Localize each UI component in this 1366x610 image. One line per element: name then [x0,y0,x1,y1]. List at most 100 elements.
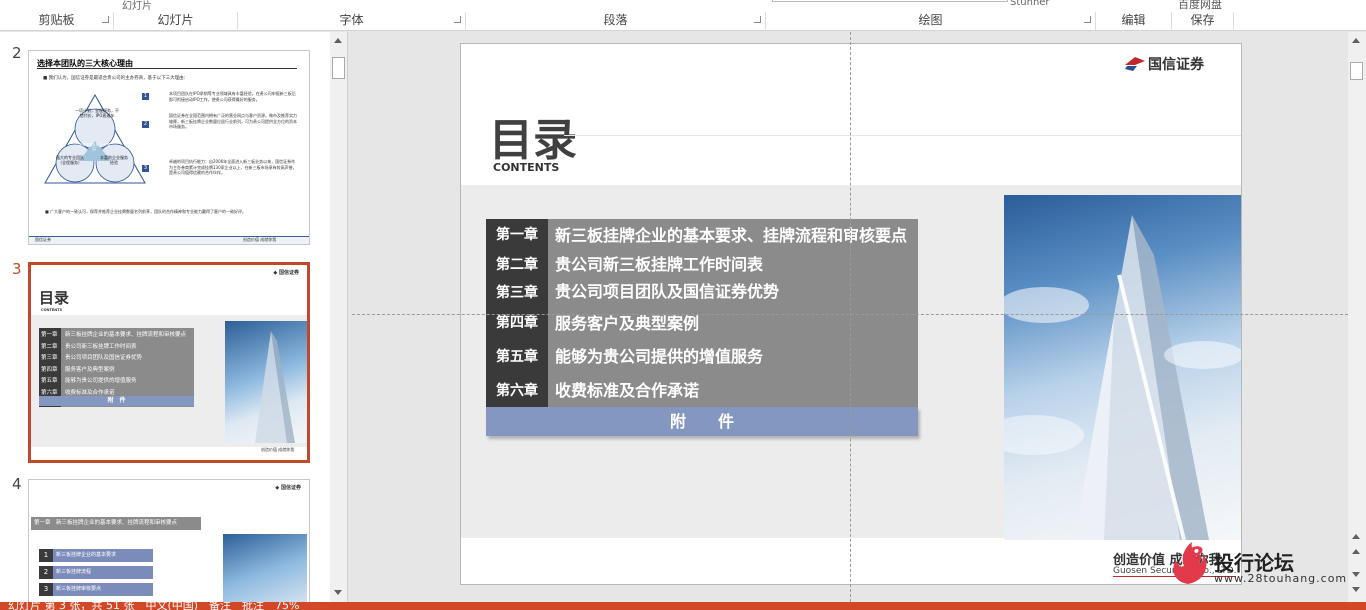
watermark-number: 8 [1188,544,1204,569]
appendix-banner[interactable]: 附 件 [486,407,918,436]
thumb-footer-logo: 国信证券 [35,237,51,242]
chapter-row[interactable]: 第六章 收费标准及合作承诺 [486,375,918,407]
chapter-text: 贵公司新三板挂牌工作时间表 [555,255,764,274]
building-image[interactable] [1004,195,1241,540]
thumb-footer: 创造价值 成就你我 [261,447,295,452]
chapter-text: 能够为贵公司提供的增值服务 [555,347,764,366]
editor-scrollbar[interactable] [1348,32,1366,602]
chapter-tag: 第三章 [486,278,548,308]
triangle-center-text: 选择本团队的三大理由 [78,143,110,151]
ribbon-group-paragraph: 段落 [466,12,766,30]
ribbon-group-label: 段落 [603,13,628,27]
thumb-title: 目录 [39,289,70,307]
chapter-text: 收费标准及合作承诺 [555,381,700,400]
chapter-tag: 第二章 [486,252,548,278]
thumbnail-number: 2 [12,44,22,62]
dialog-launcher-icon[interactable] [102,16,109,23]
slide-thumbnail-4[interactable]: ◆ 国信证券 第一章 新三板挂牌企业的基本要求、挂牌流程和审核要点 1 新三板挂… [28,479,310,602]
thumb-title-rule [37,68,297,69]
chapter-row[interactable]: 第三章 贵公司项目团队及国信证券优势 [486,278,918,308]
building-graphic [255,331,295,443]
chapter-tag: 第一章 [486,219,548,252]
logo-red-wing [1125,57,1145,65]
thumb-chapter-text-list: 新三板挂牌企业的基本要求、挂牌流程和审核要点 贵公司新三板挂牌工作时间表 贵公司… [65,330,186,399]
ribbon: 幻灯片 Stunner 剪贴板 幻灯片 字体 段落 绘图 编辑 保存 百度网盘 [0,0,1366,31]
scroll-up-arrow-icon[interactable] [334,38,342,43]
thumb-chapter-tag: 第一章 [41,332,58,338]
scroll-down-arrow-icon[interactable] [334,590,342,595]
dialog-launcher-icon[interactable] [754,16,761,23]
thumb-logo: ◆ 国信证券 [275,485,301,491]
chapter-row[interactable]: 第二章 贵公司新三板挂牌工作时间表 [486,252,918,278]
ribbon-group-label: 绘图 [918,13,943,27]
triangle-right-text: 丰富的企业服务经验 [100,155,128,165]
thumb-footer-slogan: 创造价值 成就你我 [243,237,277,242]
watermark-url: www.28touhang.com [1214,572,1348,585]
thumb-chapter-tag: 第二章 [41,343,58,350]
ribbon-group-font: 字体 [238,12,466,30]
horizontal-guide[interactable] [352,314,1348,315]
chapter-row[interactable]: 第一章 新三板挂牌企业的基本要求、挂牌流程和审核要点 [486,219,918,252]
previous-slide-icon[interactable] [1352,534,1360,539]
thumb-item-text: 新三板挂牌企业的基本要求 [53,549,153,562]
thumb-chapter-text: 贵公司项目团队及国信证券优势 [65,355,143,361]
thumb-chapter-text: 新三板挂牌企业的基本要求、挂牌流程和审核要点 [65,332,187,338]
scroll-up-arrow-icon[interactable] [1352,38,1360,43]
status-text[interactable]: 幻灯片 第 3 张，共 51 张 中文(中国) 备注 批注 75% [8,602,300,610]
thumbnail-scrollbar[interactable] [330,32,347,602]
thumb-item-text: 新三板挂牌流程 [53,566,153,579]
baidu-netdisk-button[interactable]: 百度网盘 [1178,0,1222,12]
reason-text: 本项目团队在IPO承销等专业领域具有丰富经验，在贵公司申报新三板后即可衔接启动I… [169,91,296,102]
slide-editor: 国信证券 目录 CONTENTS 第一章 新三板挂牌企业的基本要求、挂牌流程和审… [352,32,1348,602]
shape-gallery[interactable] [772,0,1008,2]
triangle-left-text: 强大的专业团队（全程服务） [56,155,84,165]
dialog-launcher-icon[interactable] [1084,16,1091,23]
slide-thumbnail-3-selected[interactable]: ◆ 国信证券 目录 CONTENTS 第一章 第二章 第三章 第四章 第五章 第… [28,262,310,463]
thumb-chapter-text: 贵公司新三板挂牌工作时间表 [65,343,137,350]
next-slide-icon[interactable] [1352,572,1360,577]
title-rule [564,135,1241,136]
ribbon-stunner-trim[interactable]: Stunner [1010,0,1050,8]
dialog-launcher-icon[interactable] [454,16,461,23]
thumb-chapter-tag: 第三章 [41,355,58,361]
ribbon-new-slide-trim[interactable]: 幻灯片 [122,0,152,12]
reason-number: 1 [142,93,149,100]
cloud [1164,341,1241,369]
chapter-text: 新三板挂牌企业的基本要求、挂牌流程和审核要点 [555,226,908,245]
cloud [1004,287,1089,323]
ribbon-group-label: 剪贴板 [38,13,75,27]
thumb-logo: ◆ 国信证券 [273,270,299,276]
previous-slide-icon[interactable] [1352,549,1360,554]
thumb-chapter-tag: 第五章 [41,378,58,384]
reason-number: 3 [142,165,149,172]
thumb-chapter-tag: 第四章 [41,366,58,373]
reason-number: 2 [142,121,149,128]
thumbnail-number: 3 [12,260,22,278]
vertical-guide[interactable] [850,32,851,602]
chapter-tag: 第四章 [486,308,548,339]
ribbon-group-label: 字体 [339,13,364,27]
slide-thumbnail-pane: 2 选择本团队的三大核心理由 ■ 我们认为，国信证券是最适合贵公司的主办券商，基… [0,32,330,602]
chapter-row[interactable]: 第五章 能够为贵公司提供的增值服务 [486,339,918,375]
cloud [1004,415,1084,455]
thumb-item-number: 2 [39,566,53,579]
ribbon-group-save: 保存 [1172,12,1234,30]
next-slide-icon[interactable] [1352,587,1360,592]
chapter-text: 服务客户及典型案例 [555,314,700,333]
reason-text: 卓越的项目执行能力：自2006年全面进入新三板业务以来，国信证券作为主办券商累计… [169,159,297,175]
ribbon-group-drawing: 绘图 [766,12,1096,30]
triangle-top-text: 一项计划，全程服务，不惜代价，IPO直通车 [75,108,119,118]
slide-thumbnail-2[interactable]: 选择本团队的三大核心理由 ■ 我们认为，国信证券是最适合贵公司的主办券商，基于以… [28,50,310,245]
scrollbar-thumb[interactable] [1350,62,1363,80]
chapter-tag: 第五章 [486,339,548,375]
thumb-chapter-tag-list: 第一章 第二章 第三章 第四章 第五章 第六章 [41,330,61,399]
thumb-chapter-header: 第一章 新三板挂牌企业的基本要求、挂牌流程和审核要点 [31,517,201,530]
reason-text: 国信证券在全国范围内拥有广泛的营业网点与客户资源，做市及推荐实力雄厚，新三板挂牌… [169,113,297,129]
chapter-row[interactable]: 第四章 服务客户及典型案例 [486,308,918,339]
logo-text: 国信证券 [1148,57,1204,73]
slide-title[interactable]: 目录 [489,104,577,168]
thumb-item-number: 3 [39,583,53,596]
scrollbar-thumb[interactable] [332,57,345,79]
thumb-item-text: 新三板挂牌审核要点 [53,583,153,596]
slide-subtitle[interactable]: CONTENTS [493,161,559,174]
